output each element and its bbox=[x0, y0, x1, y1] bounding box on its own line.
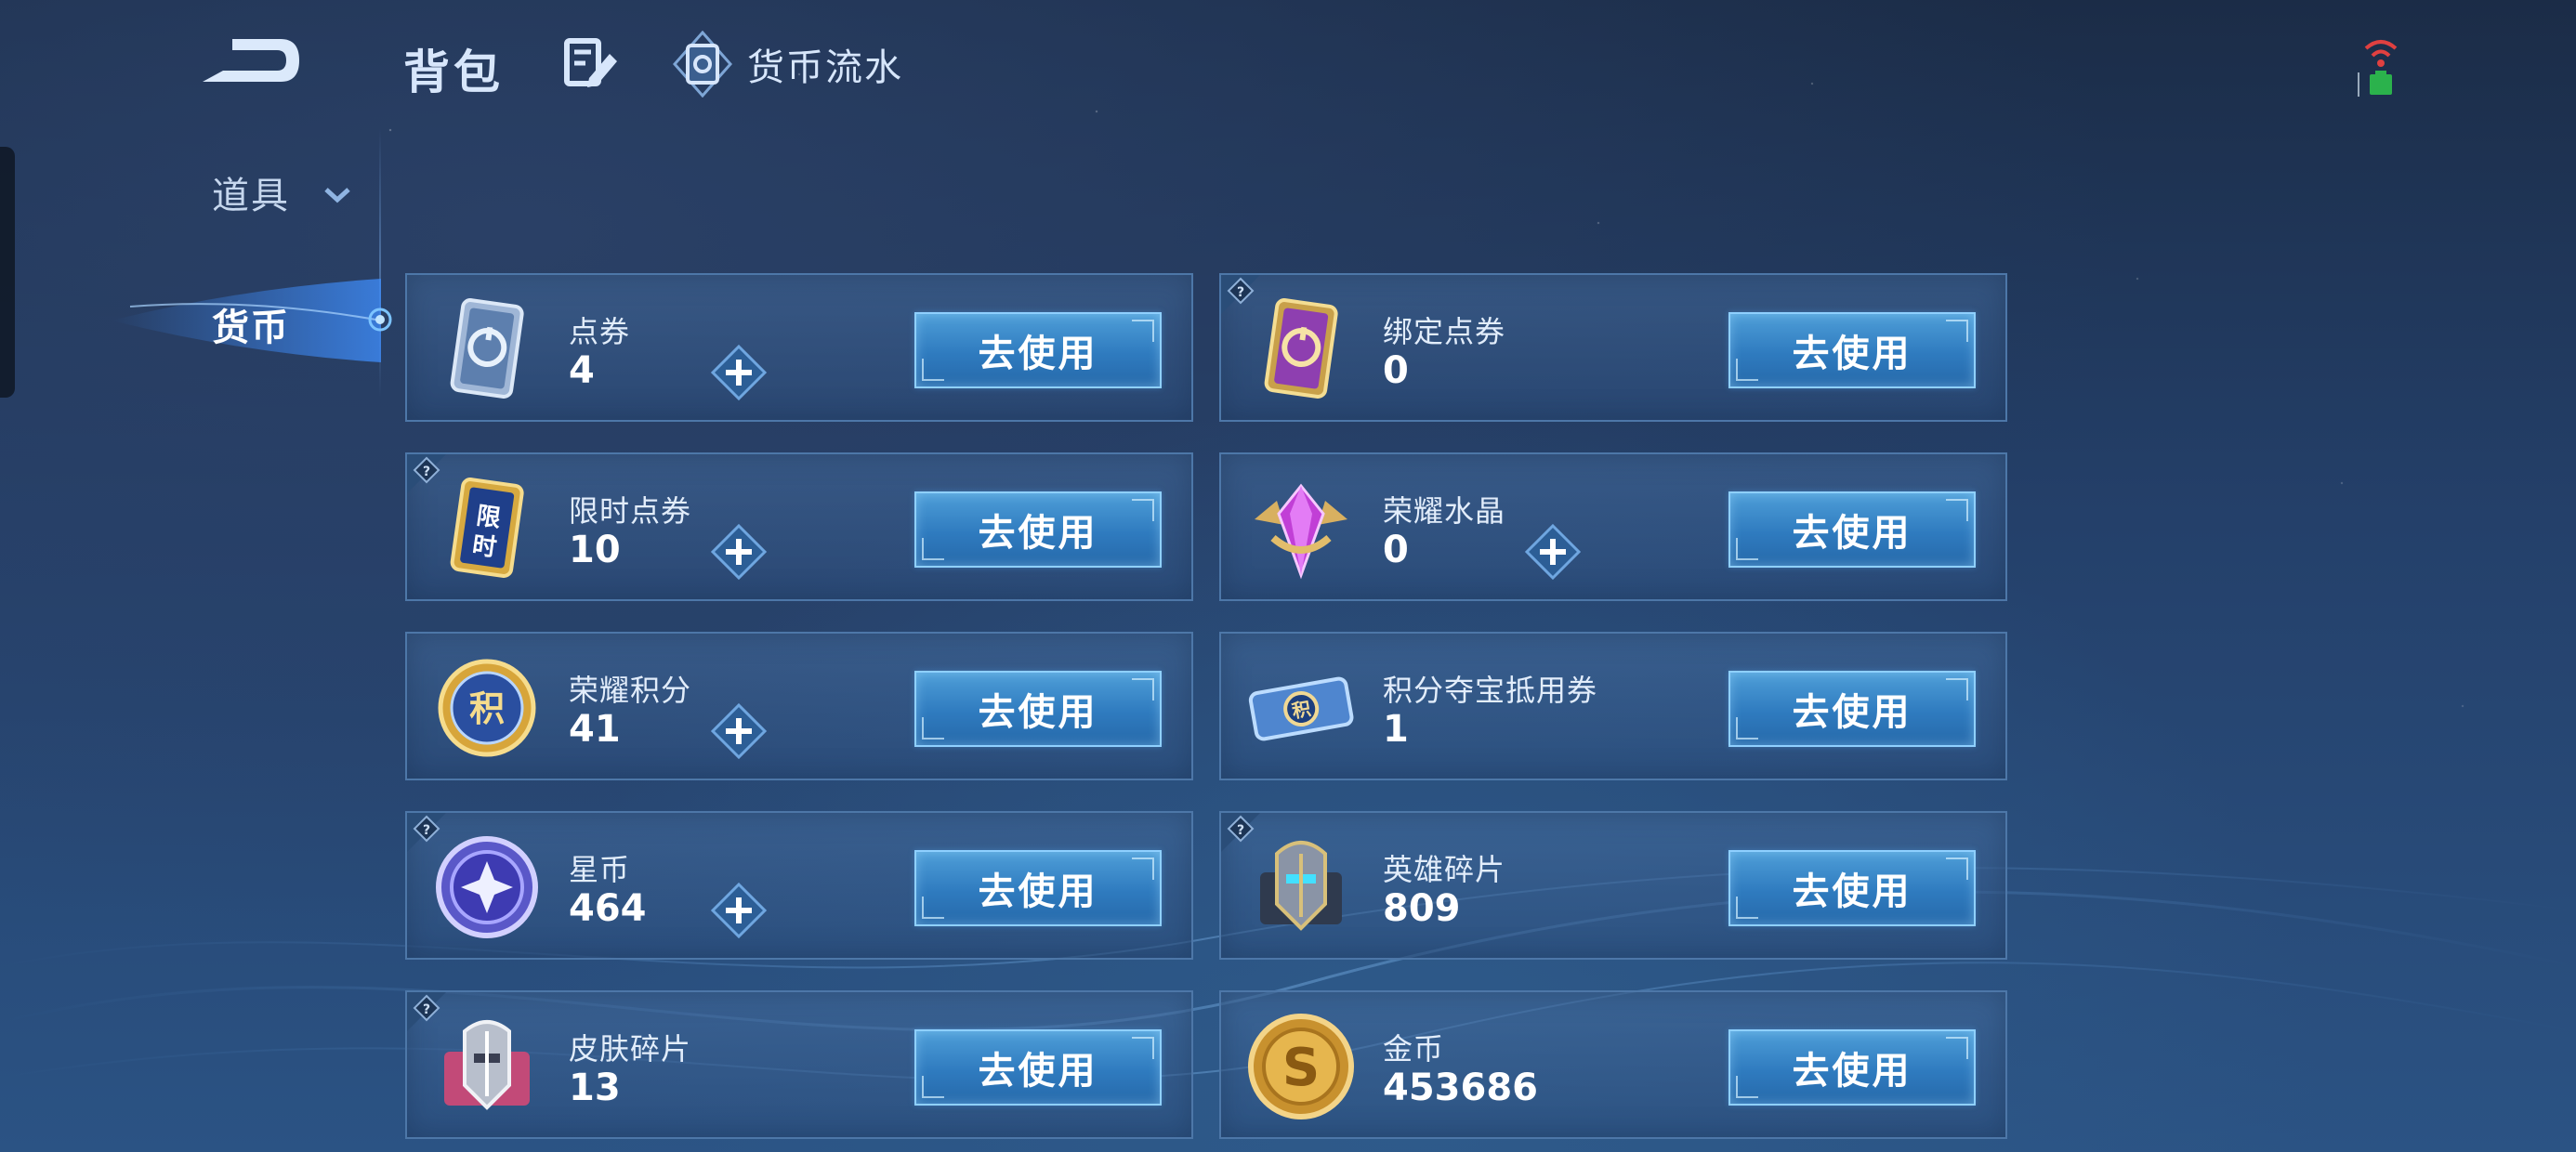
star-coin-icon bbox=[431, 831, 543, 943]
svg-text:限: 限 bbox=[475, 502, 503, 532]
currency-value: 10 bbox=[569, 529, 621, 571]
use-button[interactable]: 去使用 bbox=[1728, 850, 1976, 926]
currency-name: 荣耀积分 bbox=[569, 673, 692, 708]
currency-name: 点券 bbox=[569, 314, 631, 349]
currency-name: 积分夺宝抵用券 bbox=[1383, 673, 1598, 708]
svg-text:?: ? bbox=[1237, 285, 1244, 300]
currency-name: 英雄碎片 bbox=[1383, 852, 1506, 887]
currency-name: 金币 bbox=[1383, 1031, 1445, 1067]
edit-icon[interactable] bbox=[561, 35, 621, 93]
currency-value: 453686 bbox=[1383, 1067, 1538, 1109]
currency-value: 809 bbox=[1383, 887, 1461, 930]
limited-coupon-card-icon: 限时 bbox=[431, 473, 543, 584]
currency-name: 星币 bbox=[569, 852, 631, 887]
currency-value: 4 bbox=[569, 349, 595, 392]
currency-card: ? 绑定点券 0 去使用 bbox=[1219, 273, 2007, 422]
gold-coin-icon: S bbox=[1245, 1011, 1357, 1122]
currency-name: 限时点券 bbox=[569, 493, 692, 529]
currency-value: 0 bbox=[1383, 529, 1409, 571]
svg-text:积: 积 bbox=[1290, 697, 1312, 722]
use-button[interactable]: 去使用 bbox=[914, 312, 1162, 388]
currency-card: ? 限时 限时点券 10 去使用 bbox=[405, 452, 1193, 601]
currency-name: 荣耀水晶 bbox=[1383, 493, 1506, 529]
add-icon[interactable] bbox=[710, 882, 768, 939]
sidebar-item-label: 道具 bbox=[212, 175, 290, 217]
add-icon[interactable] bbox=[1524, 523, 1582, 581]
left-edge-handle bbox=[0, 147, 15, 398]
use-button[interactable]: 去使用 bbox=[914, 850, 1162, 926]
currency-name: 绑定点券 bbox=[1383, 314, 1506, 349]
add-icon[interactable] bbox=[710, 523, 768, 581]
selected-indicator-dot bbox=[368, 308, 392, 332]
currency-value: 13 bbox=[569, 1067, 621, 1109]
add-icon[interactable] bbox=[710, 344, 768, 401]
currency-card: 积 荣耀积分 41 去使用 bbox=[405, 632, 1193, 780]
skin-shard-icon bbox=[431, 1011, 543, 1122]
sidebar-item-label: 货币 bbox=[212, 307, 290, 349]
add-icon[interactable] bbox=[710, 702, 768, 760]
page-title: 背包 bbox=[403, 46, 504, 99]
currency-card: S 金币 453686 去使用 bbox=[1219, 990, 2007, 1139]
network-battery-status-icon bbox=[2358, 40, 2398, 97]
currency-flow-label: 货币流水 bbox=[747, 46, 903, 89]
sidebar-item-currency[interactable]: 货币 bbox=[112, 269, 392, 372]
svg-text:?: ? bbox=[423, 465, 430, 479]
currency-card: 点券 4 去使用 bbox=[405, 273, 1193, 422]
use-button[interactable]: 去使用 bbox=[914, 671, 1162, 747]
sidebar-item-props[interactable]: 道具 bbox=[212, 165, 351, 219]
currency-value: 0 bbox=[1383, 349, 1409, 392]
svg-text:积: 积 bbox=[469, 688, 505, 729]
currency-flow-button[interactable]: 货币流水 bbox=[673, 30, 903, 98]
back-arrow-icon[interactable] bbox=[195, 30, 307, 91]
use-button[interactable]: 去使用 bbox=[1728, 1029, 1976, 1106]
currency-card: ? 皮肤碎片 13 去使用 bbox=[405, 990, 1193, 1139]
svg-text:S: S bbox=[1282, 1038, 1320, 1098]
chevron-down-icon bbox=[324, 188, 350, 203]
points-treasure-ticket-icon: 积 bbox=[1245, 652, 1357, 764]
currency-name: 皮肤碎片 bbox=[569, 1031, 692, 1067]
use-button[interactable]: 去使用 bbox=[1728, 312, 1976, 388]
svg-text:?: ? bbox=[1237, 823, 1244, 838]
currency-value: 464 bbox=[569, 887, 647, 930]
currency-value: 1 bbox=[1383, 708, 1409, 751]
bound-coupon-card-icon bbox=[1245, 294, 1357, 405]
currency-card: 积 积分夺宝抵用券 1 去使用 bbox=[1219, 632, 2007, 780]
currency-card: 荣耀水晶 0 去使用 bbox=[1219, 452, 2007, 601]
glory-crystal-icon bbox=[1245, 473, 1357, 584]
currency-card: ? 星币 464 去使用 bbox=[405, 811, 1193, 960]
svg-text:时: 时 bbox=[470, 531, 498, 562]
hero-shard-icon bbox=[1245, 831, 1357, 943]
currency-value: 41 bbox=[569, 708, 621, 751]
glory-points-medal-icon: 积 bbox=[431, 652, 543, 764]
use-button[interactable]: 去使用 bbox=[1728, 671, 1976, 747]
currency-flow-icon bbox=[673, 31, 732, 98]
svg-text:?: ? bbox=[423, 823, 430, 838]
svg-text:?: ? bbox=[423, 1002, 430, 1017]
currency-card: ? 英雄碎片 809 去使用 bbox=[1219, 811, 2007, 960]
coupon-card-icon bbox=[431, 294, 543, 405]
use-button[interactable]: 去使用 bbox=[1728, 491, 1976, 568]
use-button[interactable]: 去使用 bbox=[914, 491, 1162, 568]
use-button[interactable]: 去使用 bbox=[914, 1029, 1162, 1106]
